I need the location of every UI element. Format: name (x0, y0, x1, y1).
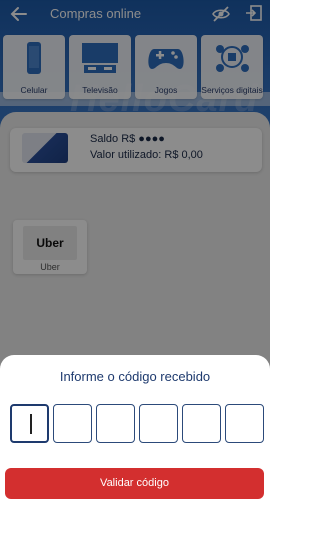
code-digit-1[interactable] (10, 404, 49, 443)
code-digit-4[interactable] (139, 404, 178, 443)
text-caret (30, 414, 32, 434)
code-digit-2[interactable] (53, 404, 92, 443)
code-digit-3[interactable] (96, 404, 135, 443)
sheet-title: Informe o código recebido (59, 369, 211, 384)
code-digit-6[interactable] (225, 404, 264, 443)
code-input-group (10, 404, 264, 443)
code-digit-5[interactable] (182, 404, 221, 443)
validate-code-button[interactable]: Validar código (5, 468, 264, 499)
verification-sheet: Informe o código recebido (0, 355, 270, 536)
